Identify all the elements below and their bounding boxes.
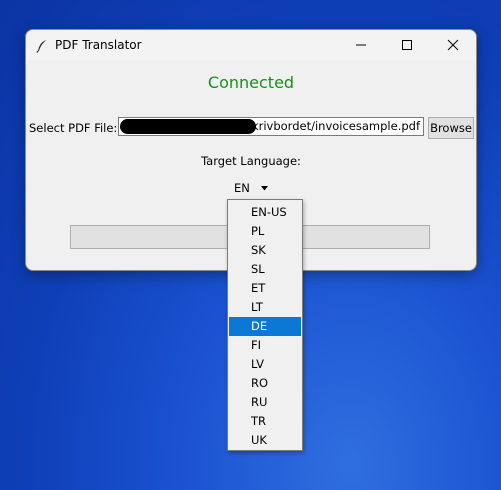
dropdown-option[interactable]: LT xyxy=(229,298,301,317)
dropdown-option[interactable]: SK xyxy=(229,241,301,260)
dropdown-option[interactable]: RO xyxy=(229,374,301,393)
language-select-value: EN xyxy=(234,181,250,195)
feather-icon xyxy=(35,38,49,53)
language-dropdown: EN-US PL SK SL ET LT DE FI LV RO RU TR U… xyxy=(227,199,303,451)
browse-button[interactable]: Browse xyxy=(428,117,474,139)
dropdown-option-highlighted[interactable]: DE xyxy=(229,317,301,336)
file-path-field[interactable]: /Skrivbordet/invoicesample.pdf xyxy=(118,117,424,136)
file-path-value: /Skrivbordet/invoicesample.pdf xyxy=(240,119,420,133)
maximize-icon xyxy=(402,40,412,50)
close-button[interactable] xyxy=(430,30,476,60)
dropdown-option[interactable]: SL xyxy=(229,260,301,279)
dropdown-option[interactable]: EN-US xyxy=(229,203,301,222)
minimize-icon xyxy=(356,44,366,46)
close-icon xyxy=(447,39,459,51)
dropdown-option[interactable]: RU xyxy=(229,393,301,412)
redaction-mark xyxy=(120,119,256,134)
dropdown-option[interactable]: LV xyxy=(229,355,301,374)
file-label: Select PDF File: xyxy=(29,121,118,135)
dropdown-option[interactable]: ET xyxy=(229,279,301,298)
window-title: PDF Translator xyxy=(55,38,142,52)
dropdown-option[interactable]: TR xyxy=(229,412,301,431)
caret-down-icon xyxy=(261,186,268,191)
dropdown-option[interactable]: FI xyxy=(229,336,301,355)
title-bar[interactable]: PDF Translator xyxy=(26,30,476,60)
minimize-button[interactable] xyxy=(338,30,384,60)
dropdown-option[interactable]: PL xyxy=(229,222,301,241)
maximize-button[interactable] xyxy=(384,30,430,60)
dropdown-option[interactable]: UK xyxy=(229,431,301,450)
language-select[interactable]: EN xyxy=(231,181,271,197)
connection-status: Connected xyxy=(207,73,295,92)
target-language-label: Target Language: xyxy=(201,154,301,168)
